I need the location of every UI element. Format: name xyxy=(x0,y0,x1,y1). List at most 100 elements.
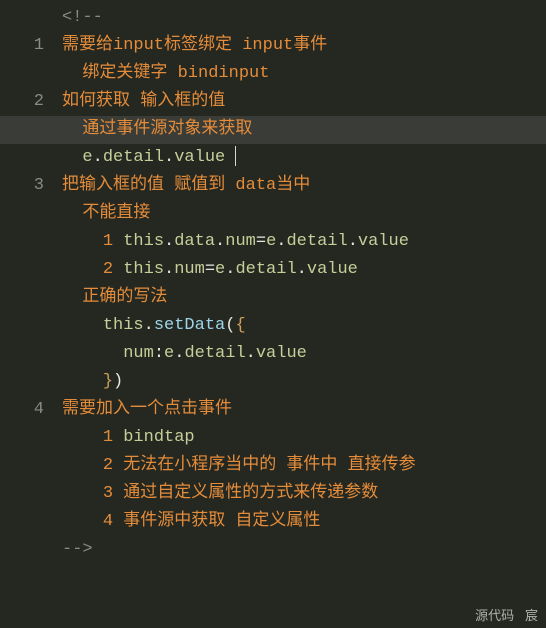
code-line[interactable]: }) xyxy=(0,368,546,396)
token: detail xyxy=(286,232,347,251)
token: 4 事件源中获取 自定义属性 xyxy=(103,512,321,531)
code-content[interactable]: 通过事件源对象来获取 xyxy=(62,116,546,144)
token: . xyxy=(164,148,174,167)
token: = xyxy=(205,260,215,279)
token: value xyxy=(358,232,409,251)
token: : xyxy=(154,344,164,363)
token: . xyxy=(93,148,103,167)
code-line[interactable]: 1需要给input标签绑定 input事件 xyxy=(0,32,546,60)
code-line[interactable]: 2 无法在小程序当中的 事件中 直接传参 xyxy=(0,452,546,480)
token: . xyxy=(276,232,286,251)
code-content[interactable]: 绑定关键字 bindinput xyxy=(62,60,546,88)
token: this xyxy=(123,232,164,251)
code-line[interactable]: this.setData({ xyxy=(0,312,546,340)
code-line[interactable]: 4 事件源中获取 自定义属性 xyxy=(0,508,546,536)
token: setData xyxy=(154,316,225,335)
code-content[interactable]: <!-- xyxy=(62,4,546,32)
token: 正确的写法 xyxy=(82,288,167,307)
code-line[interactable]: <!-- xyxy=(0,4,546,32)
line-number: 1 xyxy=(0,32,62,60)
code-content[interactable]: 4 事件源中获取 自定义属性 xyxy=(62,508,546,536)
code-line[interactable]: 1 bindtap xyxy=(0,424,546,452)
code-line[interactable]: 2 this.num=e.detail.value xyxy=(0,256,546,284)
token: . xyxy=(144,316,154,335)
token: ) xyxy=(113,372,123,391)
token: { xyxy=(235,316,245,335)
token: this xyxy=(123,260,164,279)
token: . xyxy=(348,232,358,251)
status-bar: 源代码 宸 xyxy=(475,605,538,624)
code-content[interactable]: 1 bindtap xyxy=(62,424,546,452)
line-number xyxy=(0,256,62,284)
code-content[interactable]: 2 无法在小程序当中的 事件中 直接传参 xyxy=(62,452,546,480)
code-content[interactable]: e.detail.value xyxy=(62,144,546,172)
token: . xyxy=(225,260,235,279)
token: e xyxy=(164,344,174,363)
token: . xyxy=(164,260,174,279)
token: detail xyxy=(235,260,296,279)
token: 1 xyxy=(103,232,123,251)
token: value xyxy=(307,260,358,279)
token: bindtap xyxy=(123,428,194,447)
code-content[interactable]: 需要给input标签绑定 input事件 xyxy=(62,32,546,60)
token: e xyxy=(82,148,92,167)
code-line[interactable]: 绑定关键字 bindinput xyxy=(0,60,546,88)
line-number xyxy=(0,452,62,480)
token: 2 无法在小程序当中的 事件中 直接传参 xyxy=(103,456,416,475)
token: . xyxy=(246,344,256,363)
code-content[interactable]: 1 this.data.num=e.detail.value xyxy=(62,228,546,256)
token: . xyxy=(174,344,184,363)
code-content[interactable]: 3 通过自定义属性的方式来传递参数 xyxy=(62,480,546,508)
token: data xyxy=(174,232,215,251)
token: 2 xyxy=(103,260,123,279)
code-line[interactable]: 3把输入框的值 赋值到 data当中 xyxy=(0,172,546,200)
code-content[interactable]: 需要加入一个点击事件 xyxy=(62,396,546,424)
token: . xyxy=(164,232,174,251)
code-content[interactable]: 正确的写法 xyxy=(62,284,546,312)
code-line[interactable]: 1 this.data.num=e.detail.value xyxy=(0,228,546,256)
code-line[interactable]: 4需要加入一个点击事件 xyxy=(0,396,546,424)
code-line[interactable]: 2如何获取 输入框的值 xyxy=(0,88,546,116)
code-line[interactable]: --> xyxy=(0,536,546,564)
code-line[interactable]: 不能直接 xyxy=(0,200,546,228)
code-content[interactable]: }) xyxy=(62,368,546,396)
code-content[interactable]: this.setData({ xyxy=(62,312,546,340)
code-line[interactable]: 3 通过自定义属性的方式来传递参数 xyxy=(0,480,546,508)
token: e xyxy=(215,260,225,279)
token: 3 通过自定义属性的方式来传递参数 xyxy=(103,484,378,503)
line-number xyxy=(0,4,62,32)
token: value xyxy=(174,148,225,167)
line-number xyxy=(0,368,62,396)
status-right: 宸 xyxy=(525,608,538,623)
token: = xyxy=(256,232,266,251)
token: 把输入框的值 赋值到 data当中 xyxy=(62,176,310,195)
line-number xyxy=(0,144,62,172)
token: num xyxy=(225,232,256,251)
code-content[interactable]: num:e.detail.value xyxy=(62,340,546,368)
line-number: 3 xyxy=(0,172,62,200)
line-number xyxy=(0,60,62,88)
line-number xyxy=(0,340,62,368)
token: --> xyxy=(62,540,93,559)
line-number: 4 xyxy=(0,396,62,424)
line-number xyxy=(0,480,62,508)
token: 需要加入一个点击事件 xyxy=(62,400,232,419)
line-number xyxy=(0,228,62,256)
line-number xyxy=(0,284,62,312)
line-number xyxy=(0,312,62,340)
code-content[interactable]: 2 this.num=e.detail.value xyxy=(62,256,546,284)
code-line[interactable]: 通过事件源对象来获取 xyxy=(0,116,546,144)
token: value xyxy=(256,344,307,363)
code-line[interactable]: e.detail.value xyxy=(0,144,546,172)
code-content[interactable]: 如何获取 输入框的值 xyxy=(62,88,546,116)
code-editor[interactable]: <!-- 1需要给input标签绑定 input事件 绑定关键字 bindinp… xyxy=(0,0,546,564)
code-content[interactable]: 把输入框的值 赋值到 data当中 xyxy=(62,172,546,200)
code-line[interactable]: num:e.detail.value xyxy=(0,340,546,368)
token: } xyxy=(103,372,113,391)
code-line[interactable]: 正确的写法 xyxy=(0,284,546,312)
line-number xyxy=(0,200,62,228)
text-cursor xyxy=(235,146,236,166)
code-content[interactable]: --> xyxy=(62,536,546,564)
token: ( xyxy=(225,316,235,335)
code-content[interactable]: 不能直接 xyxy=(62,200,546,228)
